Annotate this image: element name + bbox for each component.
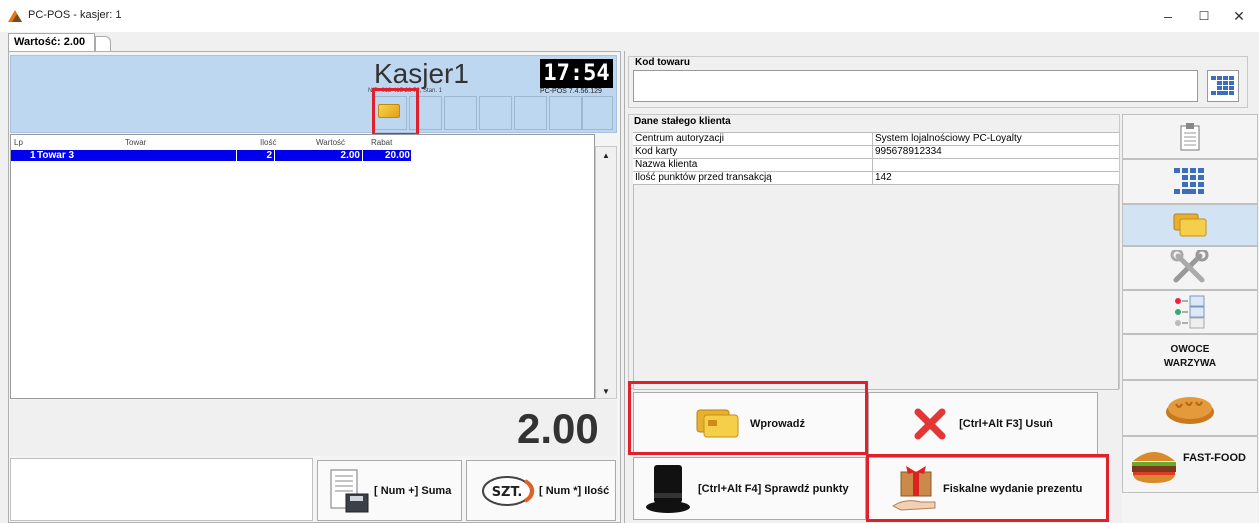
- side-tab-list[interactable]: [1122, 290, 1258, 334]
- client-row: Centrum autoryzacji System lojalnościowy…: [633, 132, 1119, 145]
- ilosc-button[interactable]: SZT. [ Num *] Ilość: [466, 460, 616, 521]
- client-value: 142: [875, 172, 892, 183]
- highlight-wprowadz: [628, 381, 868, 455]
- row-rabat: 20.00: [384, 150, 410, 161]
- table-scrollbar[interactable]: [595, 146, 617, 399]
- usun-label: [Ctrl+Alt F3] Usuń: [959, 417, 1053, 430]
- szt-text: SZT.: [492, 485, 523, 500]
- side-tab-loyalty[interactable]: [1122, 204, 1258, 246]
- magic-hat-icon: [646, 464, 690, 513]
- row-lp: 1: [30, 150, 36, 161]
- slot-empty[interactable]: [514, 96, 547, 130]
- column-lp: Lp: [14, 138, 23, 147]
- highlight-card-slot: [372, 88, 419, 136]
- loyalty-card-icon: [1173, 213, 1207, 237]
- client-value: System lojalnościowy PC-Loyalty: [875, 133, 1022, 144]
- suma-label: [ Num +] Suma: [374, 484, 452, 497]
- title-bar: [0, 0, 1259, 32]
- quantity-icon: SZT.: [482, 475, 535, 506]
- client-value: [873, 159, 875, 171]
- delete-icon: [914, 408, 946, 439]
- client-row: Ilość punktów przed transakcją 142: [633, 171, 1119, 185]
- keypad-icon: [1211, 76, 1234, 95]
- slot-empty[interactable]: [444, 96, 477, 130]
- slot-empty[interactable]: [479, 96, 512, 130]
- checklist-icon: [1175, 295, 1205, 329]
- sprawdz-label: [Ctrl+Alt F4] Sprawdź punkty: [698, 482, 849, 495]
- product-code-label: Kod towaru: [633, 57, 692, 68]
- burger-icon: [1132, 451, 1176, 483]
- close-button[interactable]: ✕: [1228, 6, 1250, 26]
- app-icon: [8, 10, 22, 22]
- client-group-label: Dane stałego klienta: [634, 116, 731, 127]
- side-tab-tools[interactable]: [1122, 246, 1258, 290]
- column-ilosc: Ilość: [260, 138, 277, 147]
- client-key: Centrum autoryzacji: [633, 133, 873, 145]
- cell-divider: [362, 150, 363, 161]
- side-tab-clipboard[interactable]: [1122, 114, 1258, 159]
- client-key: Kod karty: [633, 146, 873, 158]
- suma-button[interactable]: [ Num +] Suma: [317, 460, 462, 521]
- column-wartosc: Wartość: [316, 138, 346, 147]
- column-towar: Towar: [125, 138, 147, 147]
- side-tab-empty: [1122, 493, 1258, 523]
- keypad-icon: [1174, 167, 1204, 194]
- ilosc-label: [ Num *] Ilość: [539, 484, 610, 497]
- sprawdz-button[interactable]: [Ctrl+Alt F4] Sprawdź punkty: [633, 457, 866, 520]
- receipt-icon: [330, 469, 369, 512]
- slot-empty[interactable]: [582, 96, 613, 130]
- tab-value[interactable]: Wartość: 2.00: [8, 33, 95, 51]
- client-value: 995678912334: [875, 146, 942, 157]
- window-title: PC-POS - kasjer: 1: [28, 9, 122, 21]
- side-tab-fastfood[interactable]: FAST-FOOD: [1122, 436, 1258, 493]
- fastfood-label: FAST-FOOD: [1183, 451, 1246, 464]
- client-key: Ilość punktów przed transakcją: [633, 172, 873, 184]
- tab-new[interactable]: [95, 36, 111, 51]
- side-tab-keypad[interactable]: [1122, 159, 1258, 204]
- row-towar: Towar 3: [37, 150, 75, 161]
- slot-empty[interactable]: [549, 96, 582, 130]
- column-rabat: Rabat: [371, 138, 393, 147]
- client-key: Nazwa klienta: [633, 159, 873, 171]
- keyboard-button[interactable]: [1207, 70, 1239, 102]
- info-panel: [10, 458, 313, 521]
- maximize-button[interactable]: ☐: [1193, 6, 1215, 26]
- clipboard-icon: [1180, 122, 1200, 150]
- client-row: Nazwa klienta: [633, 158, 1119, 171]
- bread-icon: [1166, 397, 1214, 424]
- minimize-button[interactable]: –: [1157, 6, 1179, 26]
- version-label: PC-POS 7.4.56.129: [540, 88, 602, 95]
- items-table: [10, 134, 595, 399]
- usun-button[interactable]: [Ctrl+Alt F3] Usuń: [868, 392, 1098, 455]
- owoce-label: OWOCE WARZYWA: [1163, 344, 1217, 369]
- total-value: 2.00: [517, 405, 599, 452]
- cell-divider: [236, 150, 237, 161]
- product-code-input[interactable]: [633, 70, 1198, 102]
- side-tab-bread[interactable]: [1122, 380, 1258, 436]
- client-extra-area: [633, 185, 1119, 390]
- client-row: Kod karty 995678912334: [633, 145, 1119, 158]
- cell-divider: [274, 150, 275, 161]
- row-ilosc: 2: [266, 150, 272, 161]
- cashier-name: Kasjer1: [374, 58, 469, 89]
- highlight-fiskalne: [866, 454, 1109, 522]
- scroll-down-icon[interactable]: ▼: [602, 387, 610, 396]
- clock: 17:54: [540, 59, 613, 88]
- side-tab-owoce[interactable]: OWOCE WARZYWA: [1122, 334, 1258, 380]
- scroll-up-icon[interactable]: ▲: [602, 151, 610, 160]
- tools-icon: [1170, 250, 1209, 283]
- row-wartosc: 2.00: [340, 150, 360, 161]
